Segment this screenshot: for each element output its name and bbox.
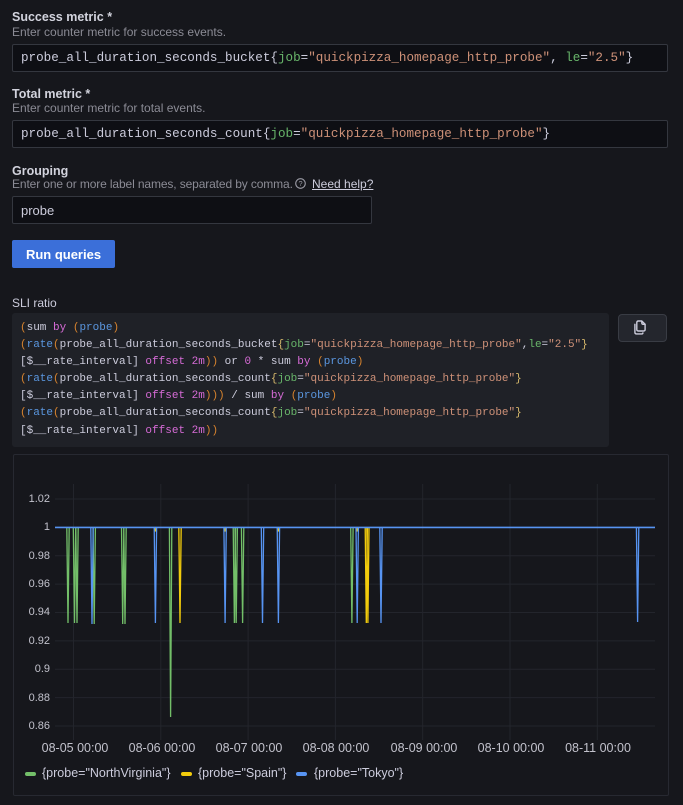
svg-text:?: ?: [298, 179, 302, 188]
